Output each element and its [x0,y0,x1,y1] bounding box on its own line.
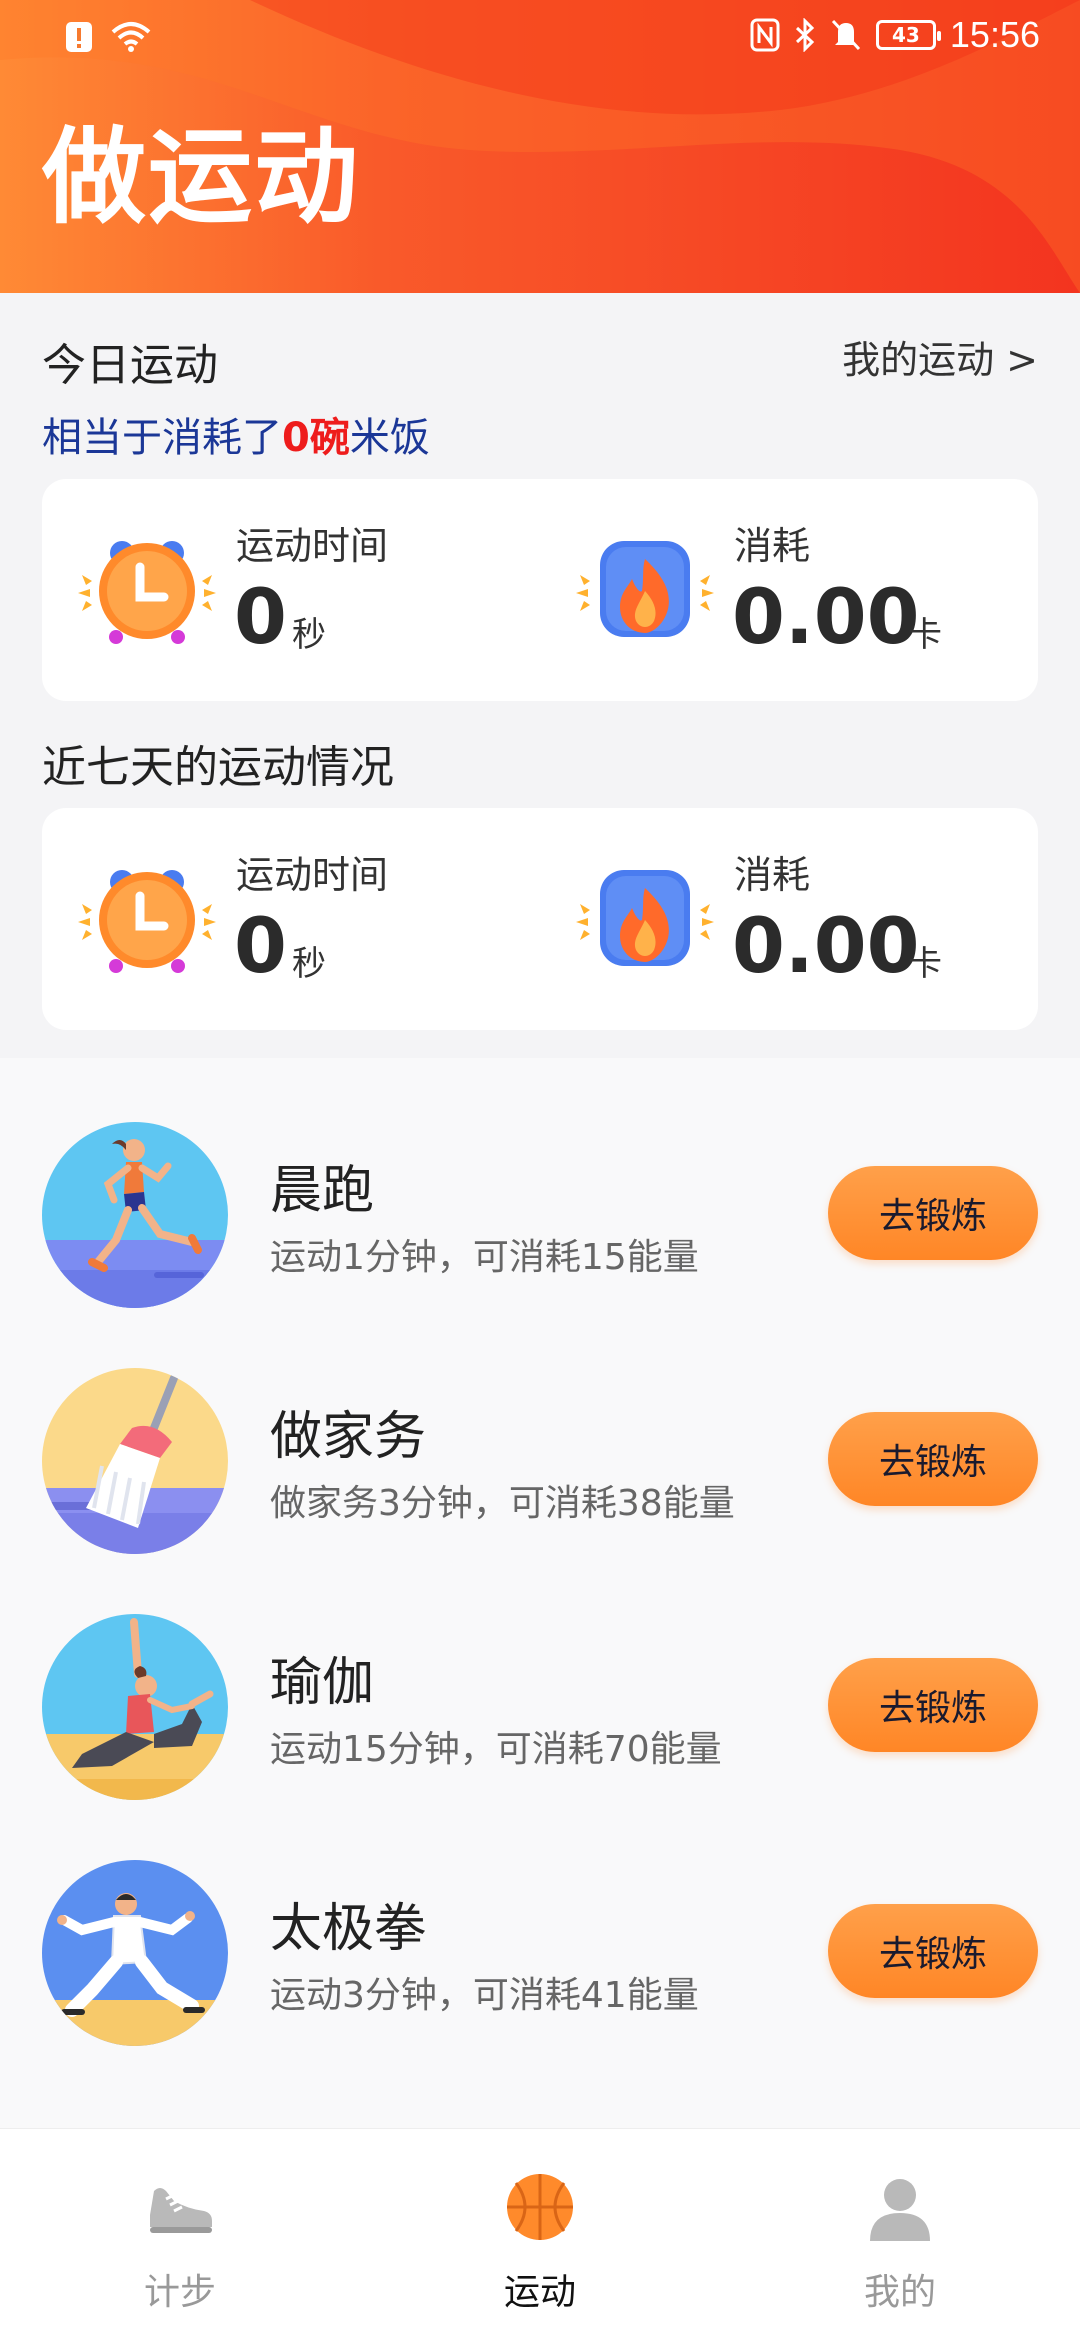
go-exercise-button[interactable]: 去锻炼 [828,1166,1038,1260]
exercise-item-morning-run[interactable]: 晨跑 运动1分钟，可消耗15能量 去锻炼 [0,1058,1080,1308]
exercise-item-housework[interactable]: 做家务 做家务3分钟，可消耗38能量 去锻炼 [0,1304,1080,1554]
rice-equivalent: 相当于消耗了0碗米饭 [42,405,430,463]
nfc-icon [750,18,780,52]
nav-item-mine[interactable]: 我的 [720,2129,1080,2340]
exercise-name: 晨跑 [270,1161,375,1221]
exercise-list: 晨跑 运动1分钟，可消耗15能量 去锻炼 做家务 做家务3分钟，可消耗38能量 … [0,1058,1080,2128]
today-time-unit: 秒 [292,615,326,655]
nav-label: 计步 [143,2272,216,2313]
nav-item-sport[interactable]: 运动 [360,2129,720,2340]
exercise-description: 运动3分钟，可消耗41能量 [270,1975,699,2016]
nav-label: 我的 [863,2272,936,2313]
week-time-label: 运动时间 [236,853,389,897]
my-sport-link[interactable]: 我的运动 > [842,329,1038,384]
nav-item-steps[interactable]: 计步 [0,2129,360,2340]
week-time-unit: 秒 [292,944,326,984]
taichi-icon [42,1860,228,2046]
today-stats-card: 运动时间 0 秒 消耗 0.00 卡 [42,479,1038,701]
week-calorie-unit: 卡 [908,944,942,984]
week-calorie-label: 消耗 [734,853,811,897]
nav-label: 运动 [503,2272,576,2313]
rice-prefix: 相当于消耗了 [42,415,282,461]
today-calorie-unit: 卡 [908,615,942,655]
exercise-description: 运动15分钟，可消耗70能量 [270,1729,722,1770]
alert-icon [66,22,92,52]
alarm-clock-icon [78,541,216,644]
today-time-label: 运动时间 [236,524,389,568]
exercise-item-taichi[interactable]: 太极拳 运动3分钟，可消耗41能量 去锻炼 [0,1796,1080,2046]
week-time-value: 0 [234,901,287,990]
mute-icon [831,19,861,51]
flame-icon [576,870,714,966]
exercise-name: 做家务 [270,1407,427,1467]
go-exercise-button[interactable]: 去锻炼 [828,1412,1038,1506]
go-exercise-button[interactable]: 去锻炼 [828,1658,1038,1752]
person-icon [870,2179,930,2241]
yoga-icon [42,1614,228,1800]
status-time: 15:56 [949,14,1040,55]
rice-suffix: 米饭 [349,415,430,461]
battery-icon: 43 [875,20,941,50]
week-calorie-value: 0.00 [732,901,920,990]
exercise-item-yoga[interactable]: 瑜伽 运动15分钟，可消耗70能量 去锻炼 [0,1550,1080,1800]
rice-count: 0碗 [282,415,350,461]
alarm-clock-icon [78,870,216,973]
exercise-name: 太极拳 [270,1899,427,1959]
exercise-name: 瑜伽 [270,1653,375,1713]
go-exercise-button[interactable]: 去锻炼 [828,1904,1038,1998]
basketball-icon [507,2174,573,2240]
status-bar: 43 15:56 [0,0,1080,76]
week-stats-card: 运动时间 0 秒 消耗 0.00 卡 [42,808,1038,1030]
summary-section: 今日运动 我的运动 > 相当于消耗了0碗米饭 运动时间 0 秒 消耗 0.00 … [0,293,1080,1058]
broom-icon [42,1368,228,1554]
today-calorie-label: 消耗 [734,524,811,568]
flame-icon [576,541,714,637]
bluetooth-icon [795,18,815,52]
bottom-nav: 计步 运动 我的 [0,2128,1080,2340]
running-icon [42,1122,228,1308]
exercise-description: 做家务3分钟，可消耗38能量 [270,1483,735,1524]
today-time-value: 0 [234,572,287,661]
exercise-description: 运动1分钟，可消耗15能量 [270,1237,699,1278]
page-title: 做运动 [42,116,361,238]
week-sport-label: 近七天的运动情况 [42,742,394,793]
wifi-icon [111,22,151,52]
header: 43 15:56 做运动 [0,0,1080,293]
shoe-icon [150,2188,212,2233]
today-sport-label: 今日运动 [42,340,218,391]
battery-level: 43 [891,23,920,47]
today-calorie-value: 0.00 [732,572,920,661]
